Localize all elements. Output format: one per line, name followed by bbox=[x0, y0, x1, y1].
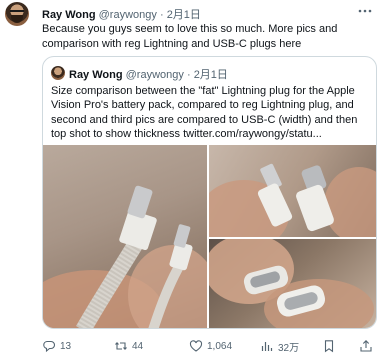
header-separator: · bbox=[159, 9, 164, 21]
bookmark-icon bbox=[324, 340, 334, 353]
retweet-button[interactable]: 44 bbox=[114, 337, 143, 355]
views-count: 32万 bbox=[278, 342, 300, 354]
share-button[interactable] bbox=[359, 337, 377, 355]
photo-usbc-width-comparison[interactable] bbox=[209, 145, 376, 237]
author-name[interactable]: Ray Wong bbox=[42, 9, 96, 21]
more-dots-icon[interactable] bbox=[357, 4, 373, 18]
tweet-header: Ray Wong @raywongy · 2月1日 bbox=[42, 6, 201, 22]
views-icon bbox=[261, 342, 273, 351]
heart-icon bbox=[189, 340, 203, 352]
quoted-tweet-header: Ray Wong @raywongy · 2月1日 bbox=[69, 66, 228, 82]
author-avatar[interactable] bbox=[5, 2, 29, 26]
tweet-date[interactable]: 2月1日 bbox=[167, 9, 201, 21]
quoted-author-avatar[interactable] bbox=[51, 66, 65, 80]
views-button[interactable]: 32万 bbox=[260, 337, 299, 355]
quoted-author-name: Ray Wong bbox=[69, 69, 123, 81]
quoted-media-grid bbox=[43, 145, 376, 328]
tweet-text: Because you guys seem to love this so mu… bbox=[42, 23, 338, 50]
reply-icon bbox=[43, 340, 56, 353]
like-button[interactable]: 1,064 bbox=[189, 337, 232, 355]
tweet-card[interactable]: Ray Wong @raywongy · 2月1日 Because you gu… bbox=[0, 0, 380, 363]
quoted-tweet-text: Size comparison between the "fat" Lightn… bbox=[51, 85, 358, 140]
like-count: 1,064 bbox=[207, 340, 233, 352]
bookmark-button[interactable] bbox=[322, 337, 340, 355]
tweet-actions: 13 44 1,064 32万 bbox=[42, 337, 376, 355]
photo-lightning-plugs-comparison[interactable] bbox=[43, 145, 207, 328]
photo-plug-thickness-topshot[interactable] bbox=[209, 239, 376, 328]
quoted-header-separator: · bbox=[186, 69, 191, 81]
retweet-icon bbox=[115, 341, 127, 351]
quoted-tweet-date: 2月1日 bbox=[193, 69, 228, 81]
author-handle[interactable]: @raywongy bbox=[99, 9, 157, 21]
share-icon bbox=[360, 340, 372, 352]
quoted-author-handle: @raywongy bbox=[125, 69, 184, 81]
reply-count: 13 bbox=[60, 340, 72, 352]
retweet-count: 44 bbox=[132, 340, 144, 352]
quoted-tweet[interactable]: Ray Wong @raywongy · 2月1日 Size compariso… bbox=[42, 56, 377, 329]
reply-button[interactable]: 13 bbox=[42, 337, 71, 355]
